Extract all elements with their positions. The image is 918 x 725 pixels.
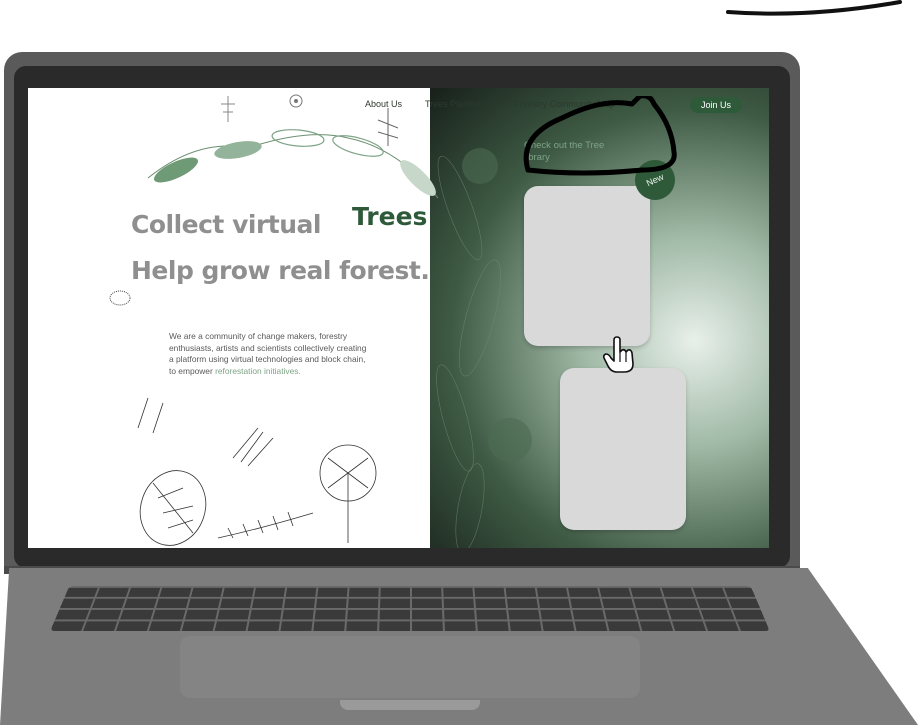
tree-card-2[interactable] <box>560 368 686 530</box>
botanical-sketches-illustration <box>137 397 377 546</box>
hero-headline-line1: Collect virtual <box>131 210 321 239</box>
scribble-stroke <box>726 0 902 16</box>
website-screen: About Us Trees Planted Forestry Communit… <box>28 88 769 548</box>
hero-trees-word: Trees <box>352 202 428 231</box>
tree-card-1[interactable] <box>524 186 650 346</box>
hand-cursor-icon <box>602 336 634 373</box>
hero-headline-line2: Help grow real forest. <box>131 256 430 285</box>
scribble-annotation <box>523 96 677 176</box>
join-us-button[interactable]: Join Us <box>690 97 742 113</box>
laptop-lid: About Us Trees Planted Forestry Communit… <box>4 52 800 572</box>
intro-paragraph: We are a community of change makers, for… <box>169 331 369 377</box>
intro-highlight-link[interactable]: reforestation initiatives. <box>215 366 301 376</box>
trackpad <box>180 636 640 698</box>
seed-sketch <box>109 290 131 306</box>
laptop-bezel: About Us Trees Planted Forestry Communit… <box>14 66 790 568</box>
keyboard <box>50 586 770 632</box>
nav-about-us[interactable]: About Us <box>365 99 402 109</box>
laptop-front-notch <box>340 700 480 710</box>
laptop-scene: About Us Trees Planted Forestry Communit… <box>0 0 918 725</box>
branch-sketch <box>377 108 399 146</box>
nav-trees-planted[interactable]: Trees Planted <box>425 99 481 109</box>
